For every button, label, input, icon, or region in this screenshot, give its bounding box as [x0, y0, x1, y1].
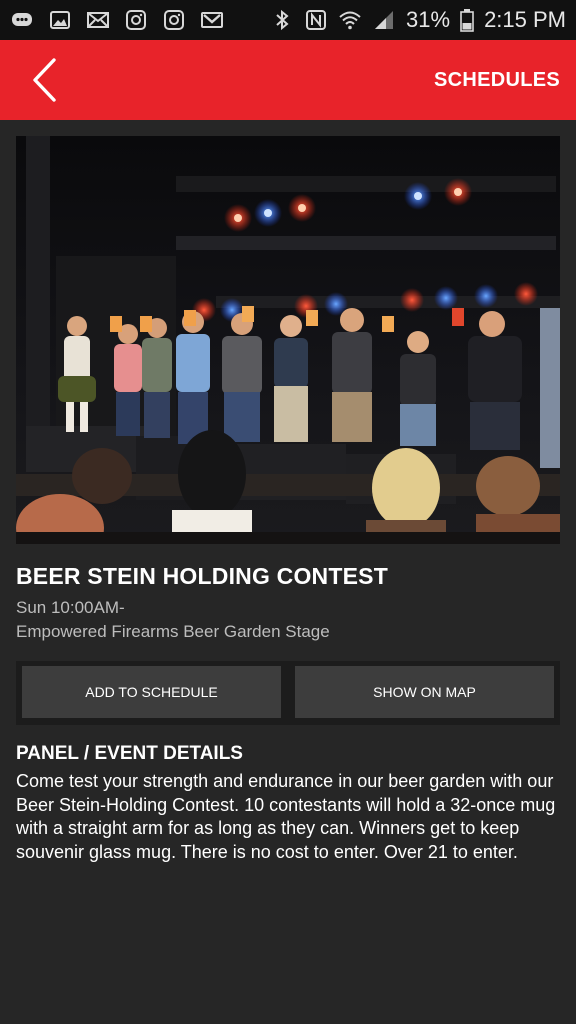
clock: 2:15 PM: [484, 7, 566, 32]
chevron-left-icon: [33, 58, 56, 102]
bluetooth-icon: [270, 8, 294, 32]
event-time: Sun 10:00AM-: [16, 598, 125, 617]
signal-icon: [372, 8, 396, 32]
event-photo-image: [16, 136, 560, 544]
show-on-map-button[interactable]: SHOW ON MAP: [295, 666, 554, 718]
nfc-icon: [304, 8, 328, 32]
status-bar: 31% 2:15 PM: [0, 0, 576, 40]
add-to-schedule-button[interactable]: ADD TO SCHEDULE: [22, 666, 281, 718]
details-body: Come test your strength and endurance in…: [16, 771, 556, 862]
action-buttons: ADD TO SCHEDULE SHOW ON MAP: [16, 661, 560, 725]
instagram-icon: [162, 8, 186, 32]
email-icon: [86, 8, 110, 32]
wifi-icon: [338, 8, 362, 32]
battery-percent: 31%: [406, 7, 451, 32]
app-bar: SCHEDULES: [0, 40, 576, 120]
image-icon: [48, 8, 72, 32]
event-photo: [16, 136, 560, 544]
details-heading: PANEL / EVENT DETAILS: [16, 743, 243, 764]
system-status: 31% 2:15 PM: [270, 7, 566, 33]
gmail-icon: [200, 8, 224, 32]
instagram-icon: [124, 8, 148, 32]
event-title: BEER STEIN HOLDING CONTEST: [16, 563, 388, 589]
back-button[interactable]: [0, 40, 90, 120]
chat-icon: [10, 8, 34, 32]
event-location: Empowered Firearms Beer Garden Stage: [16, 622, 330, 641]
notification-icons: [10, 8, 224, 32]
schedules-button[interactable]: SCHEDULES: [434, 69, 560, 92]
battery-icon: [460, 8, 474, 32]
